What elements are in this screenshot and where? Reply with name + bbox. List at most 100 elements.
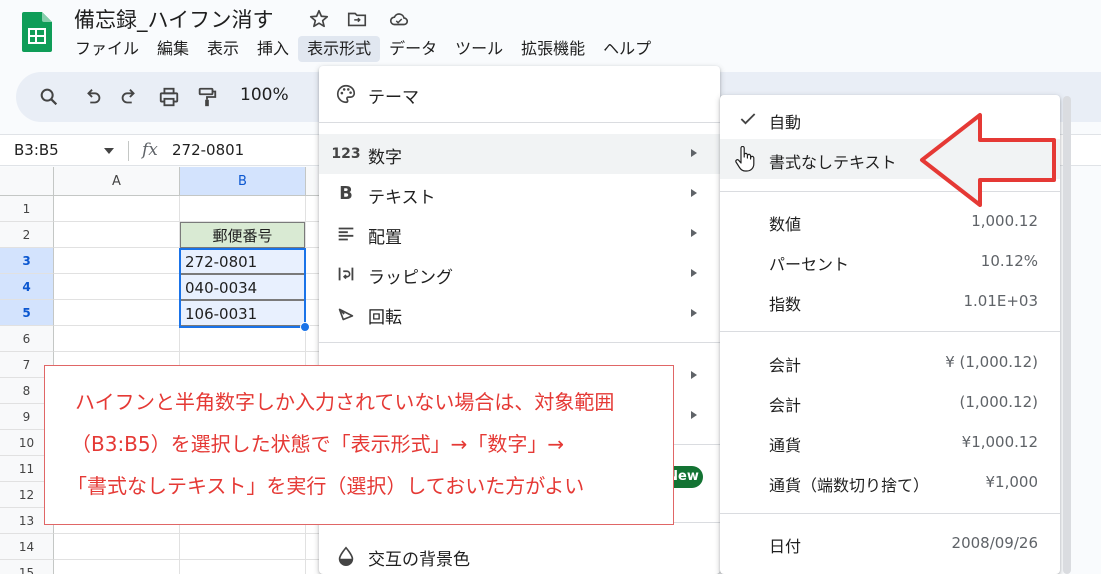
rotate-icon — [338, 308, 354, 321]
menu-insert[interactable]: 挿入 — [248, 36, 298, 62]
submenu-item-currency-rounded[interactable]: 通貨（端数切り捨て） ¥1,000 — [720, 462, 1060, 502]
submenu-item-example: 1,000.12 — [971, 212, 1038, 230]
bold-icon: B — [339, 183, 353, 204]
menu-item-label: テーマ — [368, 88, 419, 108]
row-header-3[interactable]: 3 — [0, 248, 54, 274]
submenu-item-date[interactable]: 日付 2008/09/26 — [720, 523, 1060, 563]
menu-item-alignment[interactable]: 配置 — [319, 214, 720, 254]
menu-item-label: 回転 — [368, 308, 402, 328]
menu-item-wrapping[interactable]: ラッピング — [319, 254, 720, 294]
undo-icon[interactable] — [82, 86, 104, 108]
submenu-item-example: 1.01E+03 — [963, 292, 1038, 310]
print-icon[interactable] — [158, 86, 180, 108]
paint-format-icon[interactable] — [196, 86, 218, 108]
menu-item-label: 交互の背景色 — [368, 550, 470, 570]
submenu-arrow-icon — [691, 269, 697, 277]
menu-item-label: 配置 — [368, 228, 402, 248]
column-header-a[interactable]: A — [54, 167, 180, 196]
cloud-saved-icon[interactable] — [388, 8, 410, 30]
menu-help[interactable]: ヘルプ — [594, 36, 660, 62]
gridline — [54, 559, 330, 560]
menu-format[interactable]: 表示形式 — [298, 36, 381, 62]
name-box-dropdown-icon[interactable] — [104, 148, 114, 154]
row-header-14[interactable]: 14 — [0, 534, 54, 560]
wrap-icon — [338, 267, 354, 281]
annotation-line-2: （B3:B5）を選択した状態で「表示形式」→「数字」→ — [71, 432, 565, 456]
align-icon — [338, 227, 354, 241]
menu-item-theme[interactable]: テーマ — [319, 74, 720, 114]
row-header-1[interactable]: 1 — [0, 196, 54, 222]
submenu-arrow-icon — [691, 189, 697, 197]
row-header-15[interactable]: 15 — [0, 560, 54, 574]
fill-handle[interactable] — [300, 322, 310, 332]
submenu-item-label: 自動 — [769, 113, 802, 132]
submenu-item-example: 10.12% — [980, 252, 1038, 270]
sheets-logo-icon[interactable] — [22, 12, 52, 52]
annotation-line-1: ハイフンと半角数字しか入力されていない場合は、対象範囲 — [75, 390, 615, 414]
row-header-5[interactable]: 5 — [0, 300, 54, 326]
menu-divider — [319, 122, 720, 123]
submenu-item-label: 会計 — [769, 396, 802, 415]
menu-data[interactable]: データ — [380, 36, 446, 62]
submenu-item-percent[interactable]: パーセント 10.12% — [720, 241, 1060, 281]
formula-input[interactable]: 272-0801 — [172, 141, 244, 159]
menu-divider — [319, 342, 720, 343]
check-icon — [740, 113, 756, 125]
submenu-scrollbar[interactable] — [1063, 96, 1071, 574]
menu-view[interactable]: 表示 — [198, 36, 248, 62]
row-header-2[interactable]: 2 — [0, 222, 54, 248]
menu-divider — [720, 331, 1060, 332]
menu-item-number[interactable]: 123 数字 — [319, 134, 720, 174]
formula-bar-divider — [128, 141, 129, 161]
alternating-colors-icon — [338, 546, 354, 566]
submenu-item-currency[interactable]: 通貨 ¥1,000.12 — [720, 422, 1060, 462]
selection-outline — [179, 248, 306, 328]
menu-item-text[interactable]: B テキスト — [319, 174, 720, 214]
submenu-item-label: 日付 — [769, 537, 802, 556]
star-icon[interactable] — [308, 8, 330, 30]
menu-item-rotation[interactable]: 回転 — [319, 294, 720, 334]
submenu-item-label: パーセント — [769, 255, 850, 274]
menu-item-label: テキスト — [368, 188, 436, 208]
row-header-6[interactable]: 6 — [0, 326, 54, 352]
annotation-arrow-icon — [920, 113, 1056, 207]
menu-edit[interactable]: 編集 — [148, 36, 198, 62]
submenu-item-scientific[interactable]: 指数 1.01E+03 — [720, 281, 1060, 321]
document-title[interactable]: 備忘録_ハイフン消す — [74, 4, 274, 34]
submenu-item-accounting[interactable]: 会計 ¥ (1,000.12) — [720, 342, 1060, 382]
submenu-item-example: ¥ (1,000.12) — [945, 353, 1038, 371]
hand-cursor-icon — [735, 146, 755, 172]
submenu-item-label: 書式なしテキスト — [769, 153, 897, 172]
annotation-callout: ハイフンと半角数字しか入力されていない場合は、対象範囲 （B3:B5）を選択した… — [44, 365, 674, 525]
submenu-item-example: ¥1,000 — [985, 473, 1039, 491]
submenu-arrow-icon — [691, 229, 697, 237]
submenu-item-label: 数値 — [769, 215, 802, 234]
select-all-corner[interactable] — [0, 167, 54, 196]
cell-b2-header[interactable]: 郵便番号 — [180, 222, 305, 248]
column-header-b[interactable]: B — [180, 167, 306, 196]
submenu-item-example: (1,000.12) — [959, 393, 1038, 411]
redo-icon[interactable] — [118, 86, 140, 108]
row-header-4[interactable]: 4 — [0, 274, 54, 300]
menu-tools[interactable]: ツール — [446, 36, 512, 62]
move-folder-icon[interactable] — [346, 8, 368, 30]
menu-item-alternating-colors[interactable]: 交互の背景色 — [319, 536, 720, 574]
submenu-item-example: 2008/09/26 — [951, 534, 1038, 552]
search-icon[interactable] — [38, 86, 60, 108]
gridline — [54, 351, 330, 352]
menu-extensions[interactable]: 拡張機能 — [512, 36, 594, 62]
number-format-icon: 123 — [331, 146, 361, 162]
zoom-select[interactable]: 100% — [240, 85, 289, 105]
palette-icon — [337, 84, 356, 104]
name-box[interactable]: B3:B5 — [14, 141, 59, 159]
submenu-item-example: ¥1,000.12 — [961, 433, 1038, 451]
submenu-item-financial[interactable]: 会計 (1,000.12) — [720, 382, 1060, 422]
annotation-line-3: 「書式なしテキスト」を実行（選択）しておいた方がよい — [67, 474, 585, 498]
submenu-arrow-icon — [691, 371, 697, 379]
submenu-arrow-icon — [691, 411, 697, 419]
submenu-item-label: 指数 — [769, 295, 802, 314]
menu-bar: ファイル 編集 表示 挿入 表示形式 データ ツール 拡張機能 ヘルプ — [66, 36, 660, 64]
submenu-item-label: 会計 — [769, 356, 802, 375]
menu-item-label: 数字 — [368, 148, 402, 168]
menu-file[interactable]: ファイル — [66, 36, 148, 62]
